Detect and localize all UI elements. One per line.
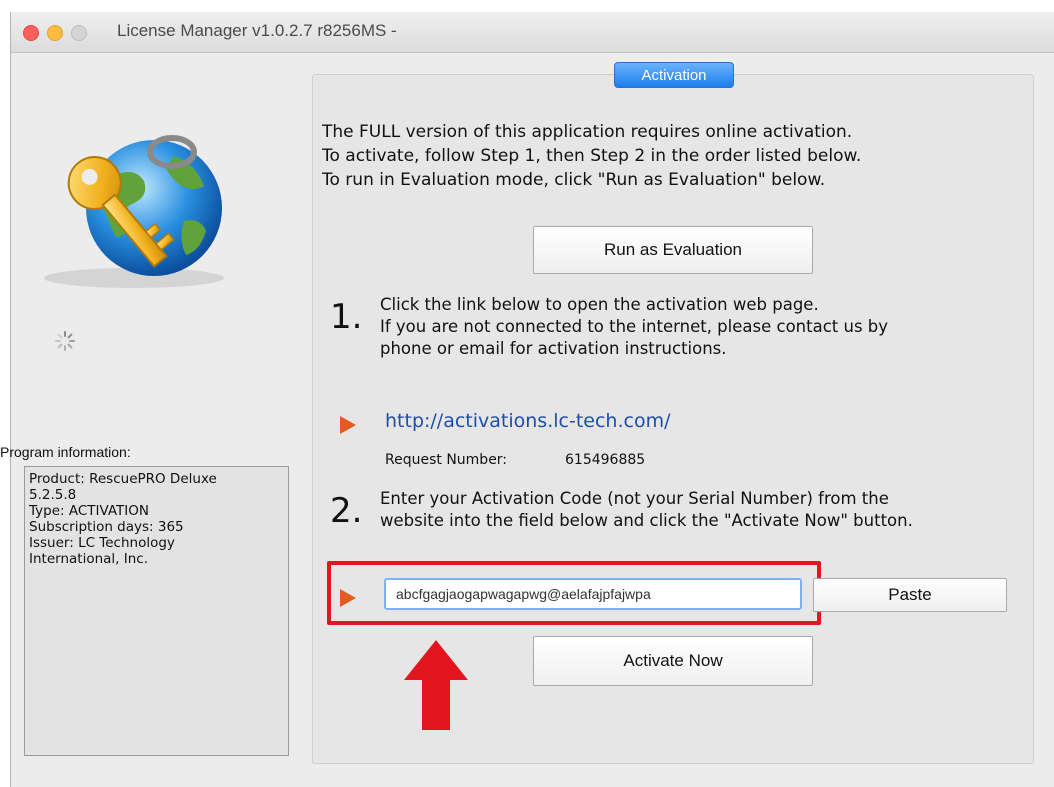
activate-now-button[interactable]: Activate Now <box>533 636 813 686</box>
intro-line: To activate, follow Step 1, then Step 2 … <box>322 146 862 166</box>
activation-link[interactable]: http://activations.lc-tech.com/ <box>385 410 670 432</box>
step-1-text: Click the link below to open the activat… <box>380 294 888 360</box>
window-title: License Manager v1.0.2.7 r8256MS - <box>117 21 397 40</box>
program-info-text[interactable]: Product: RescuePRO Deluxe 5.2.5.8 Type: … <box>24 466 289 756</box>
intro-text: The FULL version of this application req… <box>322 120 1022 192</box>
play-arrow-icon <box>340 416 356 434</box>
play-arrow-icon <box>340 589 356 607</box>
key-globe-icon <box>44 135 224 288</box>
close-window-button[interactable] <box>23 25 39 41</box>
request-number-value: 615496885 <box>565 452 646 468</box>
loading-spinner-icon <box>55 331 75 351</box>
intro-line: To run in Evaluation mode, click "Run as… <box>322 170 826 190</box>
request-number-label: Request Number: <box>385 452 508 468</box>
step-2-line: website into the field below and click t… <box>380 511 913 530</box>
step-1-line: phone or email for activation instructio… <box>380 339 727 358</box>
paste-button[interactable]: Paste <box>813 578 1007 612</box>
up-arrow-annotation-icon <box>404 640 468 730</box>
step-1-line: If you are not connected to the internet… <box>380 317 889 336</box>
zoom-window-button[interactable] <box>71 25 87 41</box>
minimize-window-button[interactable] <box>47 25 63 41</box>
activation-code-input[interactable] <box>384 578 802 610</box>
step-2-line: Enter your Activation Code (not your Ser… <box>380 489 889 508</box>
step-2-number: 2. <box>330 491 363 531</box>
intro-line: The FULL version of this application req… <box>322 122 853 142</box>
step-1-number: 1. <box>330 297 363 337</box>
title-bar[interactable]: License Manager v1.0.2.7 r8256MS - <box>11 12 1054 53</box>
step-2-text: Enter your Activation Code (not your Ser… <box>380 488 913 532</box>
run-as-evaluation-button[interactable]: Run as Evaluation <box>533 226 813 274</box>
step-1-line: Click the link below to open the activat… <box>380 295 819 314</box>
tab-activation[interactable]: Activation <box>614 62 734 88</box>
program-info-label: Program information: <box>0 444 131 460</box>
